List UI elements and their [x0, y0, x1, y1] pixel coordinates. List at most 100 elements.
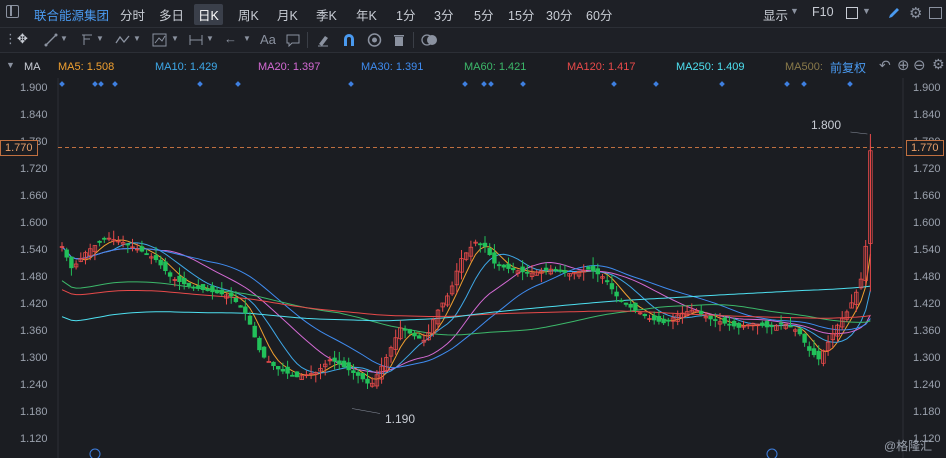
period-tab-3[interactable]: 周K — [238, 5, 259, 24]
candle-body-17 — [139, 246, 145, 252]
chevron-down-icon[interactable]: ▼ — [206, 34, 214, 43]
display-menu[interactable]: 显示 — [763, 5, 788, 24]
candle-body-30 — [200, 284, 206, 291]
axis-tick-left-0: 1.900 — [20, 82, 48, 94]
candle-body-95 — [506, 263, 511, 269]
settings-icon[interactable]: ⚙ — [932, 56, 945, 73]
stock-name[interactable]: 联合能源集团 — [34, 5, 109, 24]
period-tab-5[interactable]: 季K — [316, 5, 337, 24]
event-marker-12 — [653, 81, 659, 87]
period-tab-12[interactable]: 60分 — [586, 5, 612, 24]
period-tab-6[interactable]: 年K — [356, 5, 377, 24]
zoom-out-icon[interactable]: ⊖ — [913, 56, 926, 74]
range-tool-icon[interactable] — [188, 33, 204, 47]
axis-tick-left-1: 1.840 — [20, 109, 48, 121]
axis-tick-right-1: 1.840 — [913, 109, 941, 121]
comment-icon[interactable] — [286, 33, 300, 47]
settings-icon[interactable]: ⚙ — [909, 4, 922, 22]
candle-body-40 — [247, 315, 253, 325]
axis-tick-right-0: 1.900 — [913, 82, 941, 94]
eye-icon[interactable] — [367, 33, 382, 47]
candle-body-76 — [416, 335, 422, 339]
candle-body-92 — [492, 252, 497, 264]
period-tab-0[interactable]: 分时 — [120, 5, 145, 24]
period-tab-4[interactable]: 月K — [277, 5, 298, 24]
candle-body-136 — [699, 310, 704, 315]
candle-body-23 — [167, 272, 173, 277]
chevron-down-icon[interactable]: ▼ — [96, 34, 104, 43]
chevron-down-icon[interactable]: ▼ — [243, 34, 251, 43]
candle-body-45 — [271, 361, 276, 367]
candle-body-46 — [275, 366, 281, 370]
chevron-down-icon[interactable]: ▼ — [790, 6, 799, 16]
event-marker-8 — [481, 81, 487, 87]
chevron-down-icon[interactable]: ▼ — [862, 6, 871, 16]
candle-body-161 — [816, 350, 821, 360]
candle-body-42 — [257, 337, 262, 351]
candle-body-127 — [656, 315, 662, 322]
chevron-down-icon[interactable]: ▼ — [60, 34, 68, 43]
text-tool[interactable]: Aa — [260, 32, 276, 47]
candle-body-117 — [609, 283, 615, 290]
arrow-left-icon[interactable]: ← — [224, 31, 237, 46]
candle-body-103 — [543, 267, 549, 271]
event-marker-15 — [801, 81, 807, 87]
period-tab-7[interactable]: 1分 — [396, 5, 415, 24]
dividend-marker-1 — [766, 448, 778, 458]
period-tab-1[interactable]: 多日 — [159, 5, 184, 24]
period-tab-11[interactable]: 30分 — [546, 5, 572, 24]
ma-value-5: MA120: 1.417 — [567, 61, 636, 73]
f10-button[interactable]: F10 — [812, 5, 834, 19]
chevron-down-icon[interactable]: ▼ — [171, 34, 179, 43]
candle-body-64 — [360, 373, 365, 380]
eraser-icon[interactable] — [316, 33, 330, 47]
axis-tick-left-4: 1.660 — [20, 190, 48, 202]
crosshair-icon[interactable]: ✥ — [17, 31, 28, 47]
drawing-toolbar: ⋮ ✥ ▼ ▼ ▼ ▼ ▼ ← ▼ Aa — [0, 28, 946, 53]
layout-icon[interactable] — [929, 7, 942, 19]
period-tab-10[interactable]: 15分 — [508, 5, 534, 24]
candle-body-124 — [642, 313, 647, 317]
sidebar-toggle-icon[interactable] — [6, 5, 19, 18]
period-tab-8[interactable]: 3分 — [434, 5, 453, 24]
zoom-in-icon[interactable]: ⊕ — [897, 56, 910, 74]
period-tab-9[interactable]: 5分 — [474, 5, 493, 24]
draw-pen-icon[interactable] — [887, 6, 901, 20]
undo-icon[interactable]: ↶ — [879, 57, 891, 74]
chevron-down-icon[interactable]: ▼ — [133, 34, 141, 43]
trash-icon[interactable] — [392, 33, 406, 47]
candle-body-155 — [788, 325, 793, 328]
ma-value-1: MA10: 1.429 — [155, 61, 218, 73]
candle-body-89 — [478, 243, 483, 246]
collapse-icon[interactable]: ▼ — [6, 60, 15, 70]
line-tool-icon[interactable] — [44, 33, 58, 47]
candle-body-18 — [144, 253, 149, 256]
ma-line-30 — [61, 246, 871, 369]
indicator-tool-icon[interactable] — [152, 33, 168, 47]
kline-chart[interactable] — [0, 78, 946, 458]
ma-value-0: MA5: 1.508 — [58, 61, 115, 73]
magnet-icon[interactable] — [342, 33, 356, 47]
period-tab-2[interactable]: 日K — [194, 4, 223, 25]
candle-body-47 — [280, 368, 286, 372]
candle-body-138 — [708, 315, 713, 320]
candle-body-129 — [666, 319, 671, 322]
channel-tool-icon[interactable] — [80, 33, 94, 47]
axis-tick-right-4: 1.660 — [913, 190, 941, 202]
wave-tool-icon[interactable] — [115, 33, 131, 47]
high-pointer — [850, 131, 868, 135]
toggle-visibility-icon[interactable] — [421, 33, 439, 47]
candle-body-114 — [595, 268, 600, 275]
candle-body-118 — [614, 291, 619, 297]
candle-body-90 — [482, 242, 488, 247]
candle-body-121 — [628, 303, 633, 308]
candle-body-112 — [586, 266, 591, 270]
drag-handle-icon[interactable]: ⋮ — [4, 31, 17, 47]
candle-body-160 — [811, 348, 817, 356]
ma-line-20 — [61, 246, 871, 373]
candle-body-75 — [412, 332, 417, 337]
candle-body-96 — [510, 267, 516, 271]
adjust-mode[interactable]: 前复权 — [830, 59, 866, 76]
event-marker-16 — [847, 81, 853, 87]
checkbox-icon[interactable] — [846, 7, 858, 19]
